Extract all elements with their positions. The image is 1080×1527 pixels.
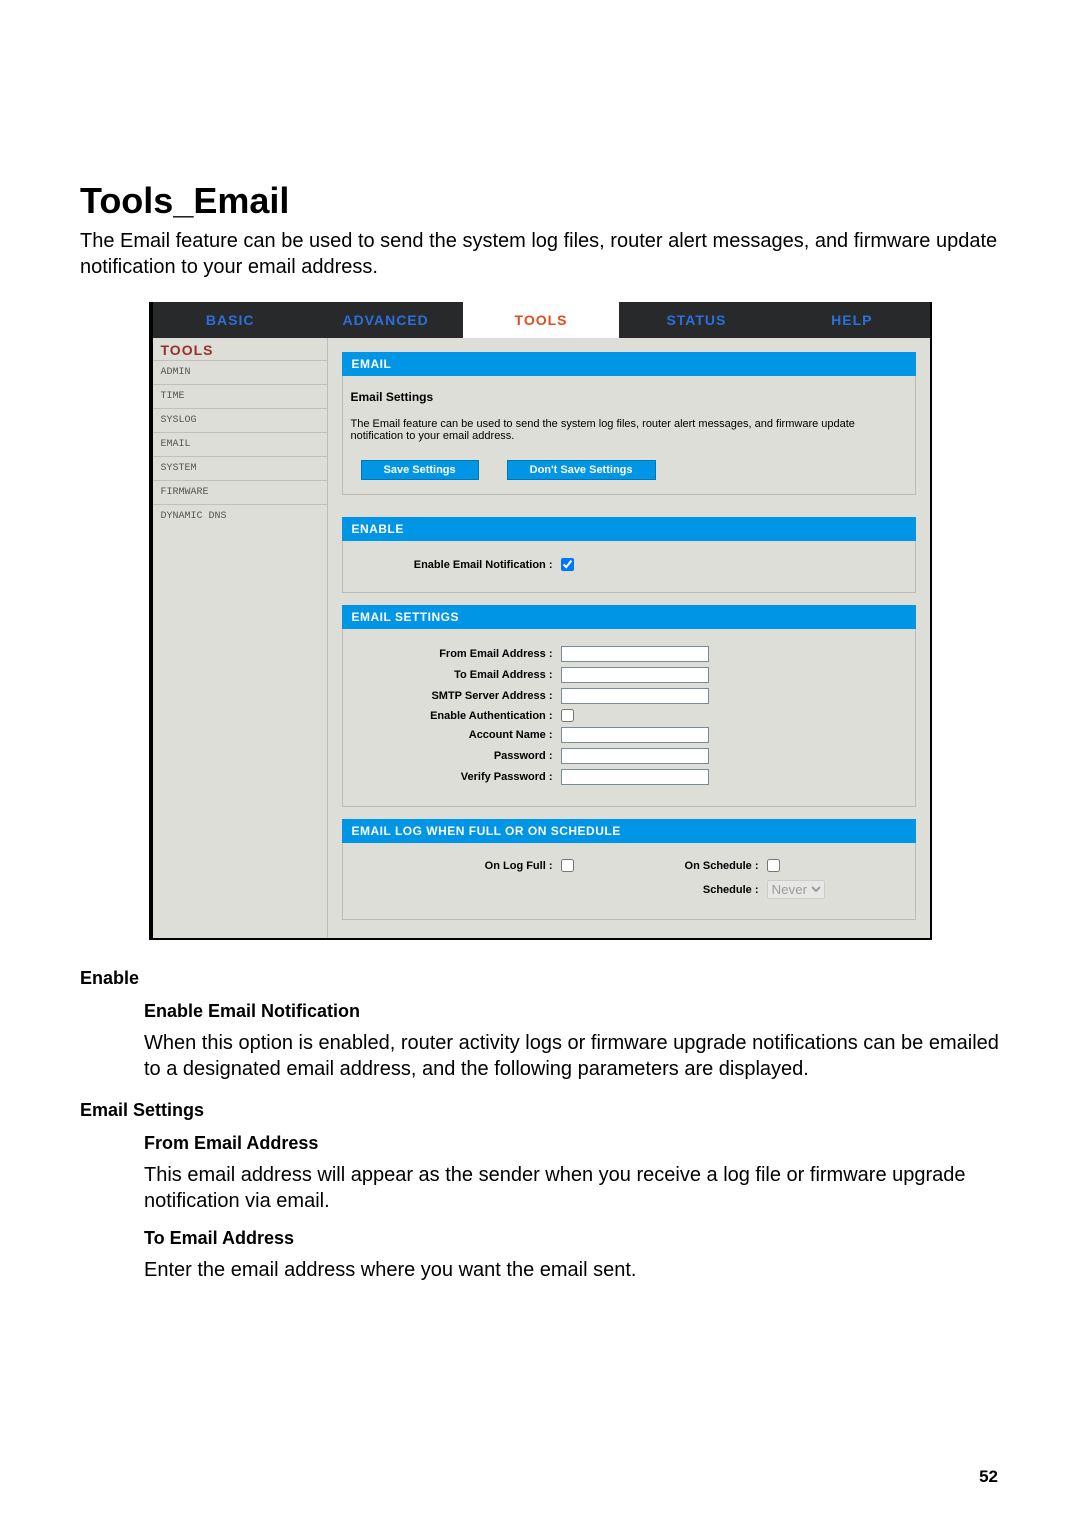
to-email-input[interactable] bbox=[561, 667, 709, 683]
section-header-email: EMAIL bbox=[342, 352, 916, 376]
doc-paragraph-from: This email address will appear as the se… bbox=[144, 1162, 1000, 1214]
enable-panel: Enable Email Notification : bbox=[342, 541, 916, 593]
email-intro-block: Email Settings The Email feature can be … bbox=[342, 376, 916, 495]
password-input[interactable] bbox=[561, 748, 709, 764]
to-email-label: To Email Address : bbox=[353, 669, 561, 681]
section-header-email-log: EMAIL LOG WHEN FULL OR ON SCHEDULE bbox=[342, 819, 916, 843]
enable-email-label: Enable Email Notification : bbox=[353, 559, 561, 571]
verify-password-label: Verify Password : bbox=[353, 771, 561, 783]
password-label: Password : bbox=[353, 750, 561, 762]
smtp-server-input[interactable] bbox=[561, 688, 709, 704]
save-settings-button[interactable]: Save Settings bbox=[361, 460, 479, 480]
section-header-email-settings: EMAIL SETTINGS bbox=[342, 605, 916, 629]
account-name-input[interactable] bbox=[561, 727, 709, 743]
on-log-full-checkbox[interactable] bbox=[561, 859, 574, 872]
email-log-panel: On Log Full : On Schedule : Sched bbox=[342, 843, 916, 920]
sidebar-item-email[interactable]: EMAIL bbox=[153, 432, 327, 456]
content-area: EMAIL Email Settings The Email feature c… bbox=[328, 338, 930, 938]
top-nav: BASIC ADVANCED TOOLS STATUS HELP bbox=[153, 302, 930, 338]
verify-password-input[interactable] bbox=[561, 769, 709, 785]
doc-heading-enable: Enable bbox=[80, 968, 1000, 989]
sidebar-item-firmware[interactable]: FIRMWARE bbox=[153, 480, 327, 504]
from-email-label: From Email Address : bbox=[353, 648, 561, 660]
on-log-full-label: On Log Full : bbox=[353, 860, 561, 872]
email-settings-subtitle: Email Settings bbox=[351, 390, 907, 404]
page-number: 52 bbox=[979, 1467, 998, 1487]
doc-subheading-from: From Email Address bbox=[144, 1133, 1000, 1154]
tab-tools[interactable]: TOOLS bbox=[463, 302, 618, 338]
schedule-select[interactable]: Never bbox=[767, 880, 825, 899]
from-email-input[interactable] bbox=[561, 646, 709, 662]
enable-auth-label: Enable Authentication : bbox=[353, 710, 561, 722]
on-schedule-label: On Schedule : bbox=[629, 860, 767, 872]
intro-text: The Email feature can be used to send th… bbox=[80, 228, 1000, 280]
tab-basic[interactable]: BASIC bbox=[153, 302, 308, 338]
on-schedule-checkbox[interactable] bbox=[767, 859, 780, 872]
section-header-enable: ENABLE bbox=[342, 517, 916, 541]
doc-subheading-enable-email: Enable Email Notification bbox=[144, 1001, 1000, 1022]
doc-subheading-to: To Email Address bbox=[144, 1228, 1000, 1249]
email-settings-panel: From Email Address : To Email Address : … bbox=[342, 629, 916, 807]
schedule-label: Schedule : bbox=[629, 884, 767, 896]
sidebar-item-system[interactable]: SYSTEM bbox=[153, 456, 327, 480]
doc-heading-email-settings: Email Settings bbox=[80, 1100, 1000, 1121]
email-settings-desc: The Email feature can be used to send th… bbox=[351, 418, 907, 442]
account-name-label: Account Name : bbox=[353, 729, 561, 741]
sidebar-item-dynamic-dns[interactable]: DYNAMIC DNS bbox=[153, 504, 327, 528]
tab-status[interactable]: STATUS bbox=[619, 302, 774, 338]
sidebar-item-time[interactable]: TIME bbox=[153, 384, 327, 408]
doc-paragraph-to: Enter the email address where you want t… bbox=[144, 1257, 1000, 1283]
sidebar-header: TOOLS bbox=[153, 338, 327, 360]
sidebar: TOOLS ADMIN TIME SYSLOG EMAIL SYSTEM FIR… bbox=[153, 338, 328, 938]
tab-help[interactable]: HELP bbox=[774, 302, 929, 338]
enable-email-checkbox[interactable] bbox=[561, 558, 574, 571]
doc-paragraph-enable: When this option is enabled, router acti… bbox=[144, 1030, 1000, 1082]
sidebar-item-admin[interactable]: ADMIN bbox=[153, 360, 327, 384]
dont-save-settings-button[interactable]: Don't Save Settings bbox=[507, 460, 656, 480]
router-screenshot: BASIC ADVANCED TOOLS STATUS HELP TOOLS A… bbox=[149, 302, 932, 940]
sidebar-item-syslog[interactable]: SYSLOG bbox=[153, 408, 327, 432]
page-title: Tools_Email bbox=[80, 180, 1000, 222]
enable-auth-checkbox[interactable] bbox=[561, 709, 574, 722]
smtp-server-label: SMTP Server Address : bbox=[353, 690, 561, 702]
tab-advanced[interactable]: ADVANCED bbox=[308, 302, 463, 338]
